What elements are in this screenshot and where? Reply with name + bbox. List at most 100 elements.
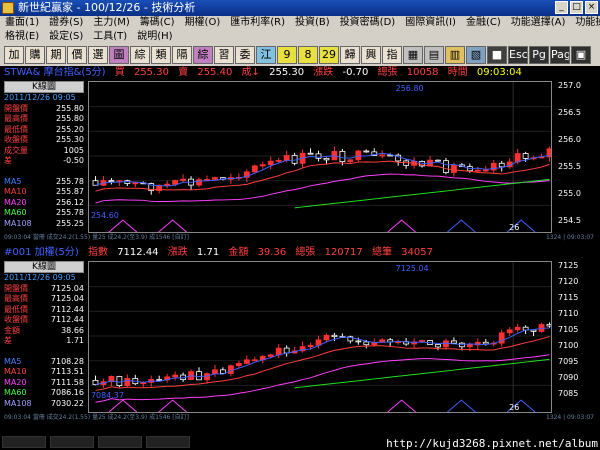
taskbar-item[interactable] [98, 436, 142, 448]
index-value: 7112.44 [117, 247, 159, 258]
candle-body [212, 177, 218, 180]
symbol-label[interactable]: #001 加權(5分) [4, 246, 79, 259]
menu-item[interactable]: 畫面(1) [0, 16, 44, 30]
toolbar-button[interactable]: 綜 [193, 46, 213, 64]
watermark-url: http://kujd3268.pixnet.net/album [386, 437, 598, 450]
toolbar-button[interactable]: Pg [529, 46, 549, 64]
taskbar-item[interactable] [146, 436, 190, 448]
toolbar-button[interactable]: 9 [277, 46, 297, 64]
menu-item[interactable]: 格視(E) [0, 30, 44, 44]
axis-tick-label: 7115 [558, 293, 579, 302]
menu-item[interactable]: 設定(S) [44, 30, 88, 44]
toolbar-button[interactable]: 興 [361, 46, 381, 64]
sell-value: 255.40 [197, 67, 233, 78]
candle-body [204, 178, 210, 181]
candle-body [379, 154, 386, 157]
toolbar-button[interactable]: 29 [319, 46, 339, 64]
toolbar-button[interactable]: ▥ [445, 46, 465, 64]
menu-item[interactable]: 投資(B) [290, 16, 335, 30]
axis-tick-label: 7120 [558, 277, 579, 286]
toolbar-button[interactable]: 加 [4, 46, 24, 64]
minimize-button[interactable]: _ [555, 1, 568, 14]
menu-item[interactable]: 工具(T) [88, 30, 132, 44]
toolbar-button[interactable]: 綜 [130, 46, 150, 64]
axis-tick-label: 7125 [558, 261, 579, 270]
indicator-mark [108, 399, 138, 412]
symbol-label[interactable]: STWA& 摩台指&(5分) [4, 66, 106, 79]
ma60-line [294, 178, 550, 209]
indicator-mark [447, 219, 476, 232]
toolbar-button[interactable]: ▧ [466, 46, 486, 64]
candle-body [227, 365, 234, 374]
ma-row: MA108 7030.22 [4, 398, 84, 408]
deal-label: 成↓ [241, 67, 260, 78]
candle-body [466, 344, 473, 348]
menu-item[interactable]: 匯市利率(R) [225, 16, 290, 30]
toolbar-button[interactable]: Esc [508, 46, 528, 64]
toolbar-button[interactable]: 江 [256, 46, 276, 64]
candle-body [251, 165, 258, 173]
toolbar: 加購期價選圖綜類隔綜習委江9829歸興指▦▤▥▧■EscPgPage▣ [0, 44, 600, 66]
toolbar-button[interactable]: 選 [88, 46, 108, 64]
menu-item[interactable]: 證券(S) [44, 16, 88, 30]
toolbar-button[interactable]: 委 [235, 46, 255, 64]
amount-value: 39.36 [257, 247, 287, 258]
toolbar-button[interactable]: ▣ [571, 46, 591, 64]
menu-item[interactable]: 國際資訊(I) [400, 16, 461, 30]
candlestick-chart[interactable]: 256.80 254.60 26 [88, 81, 552, 233]
indicator-mark [387, 399, 416, 412]
toolbar-button[interactable]: 隔 [172, 46, 192, 64]
indicator-mark [447, 399, 476, 412]
volume-value: 10058 [406, 67, 439, 78]
menu-item[interactable]: 功能選擇(A) [506, 16, 571, 30]
toolbar-button[interactable]: ▦ [403, 46, 423, 64]
menu-item[interactable]: 籌碼(C) [135, 16, 180, 30]
toolbar-button[interactable]: 期 [46, 46, 66, 64]
axis-tick-label: 7090 [558, 373, 579, 382]
toolbar-button[interactable]: 指 [382, 46, 402, 64]
high-marker: 7125.04 [396, 264, 429, 273]
toolbar-button[interactable]: ▤ [424, 46, 444, 64]
menu-item[interactable]: 投資密碼(D) [335, 16, 401, 30]
candle-body [212, 369, 218, 375]
bar-date: 2011/12/26 09:05 [4, 93, 76, 102]
toolbar-button[interactable]: 8 [298, 46, 318, 64]
info-row: 收盤價 7112.44 [4, 315, 84, 324]
toolbar-button[interactable]: 類 [151, 46, 171, 64]
toolbar-button[interactable]: 價 [67, 46, 87, 64]
candle-body [275, 347, 282, 356]
ma-row: MA10 255.87 [4, 187, 84, 196]
axis-tick-label: 7100 [558, 341, 579, 350]
menu-item[interactable]: 主力(M) [88, 16, 134, 30]
ma20-line [95, 354, 550, 403]
candlestick-chart[interactable]: 7125.04 7084.37 26 [88, 261, 552, 413]
menu-item[interactable]: 功能操作(K) [570, 16, 600, 30]
candle-body [132, 182, 139, 185]
taskbar-item[interactable] [2, 436, 46, 448]
toolbar-button[interactable]: ■ [487, 46, 507, 64]
menu-item[interactable]: 金融(C) [461, 16, 506, 30]
ma-row: MA5 7108.28 [4, 356, 84, 366]
candle-body [235, 363, 242, 367]
axis-tick-label: 256.0 [558, 135, 581, 144]
toolbar-button[interactable]: 圖 [109, 46, 129, 64]
close-button[interactable]: × [585, 1, 598, 14]
toolbar-button[interactable]: 習 [214, 46, 234, 64]
taskbar-item[interactable] [50, 436, 94, 448]
candle-body [458, 342, 465, 348]
k-chart-title[interactable]: K線圖 [4, 261, 84, 273]
ma-row: MA5 255.78 [4, 176, 84, 186]
maximize-button[interactable]: □ [570, 1, 583, 14]
candle-body [451, 164, 457, 173]
toolbar-button[interactable]: 購 [25, 46, 45, 64]
info-row: 開盤價 7125.04 [4, 283, 84, 293]
toolbar-button[interactable]: 歸 [340, 46, 360, 64]
amount-label: 金額 [228, 247, 249, 258]
menu-item[interactable]: 說明(H) [132, 30, 177, 44]
axis-tick-label: 257.0 [558, 81, 581, 90]
toolbar-button[interactable]: Page [550, 46, 570, 64]
candle-body [522, 153, 529, 159]
ma-row: MA10 7113.51 [4, 367, 84, 376]
menu-item[interactable]: 期權(O) [180, 16, 226, 30]
k-chart-title[interactable]: K線圖 [4, 81, 84, 93]
